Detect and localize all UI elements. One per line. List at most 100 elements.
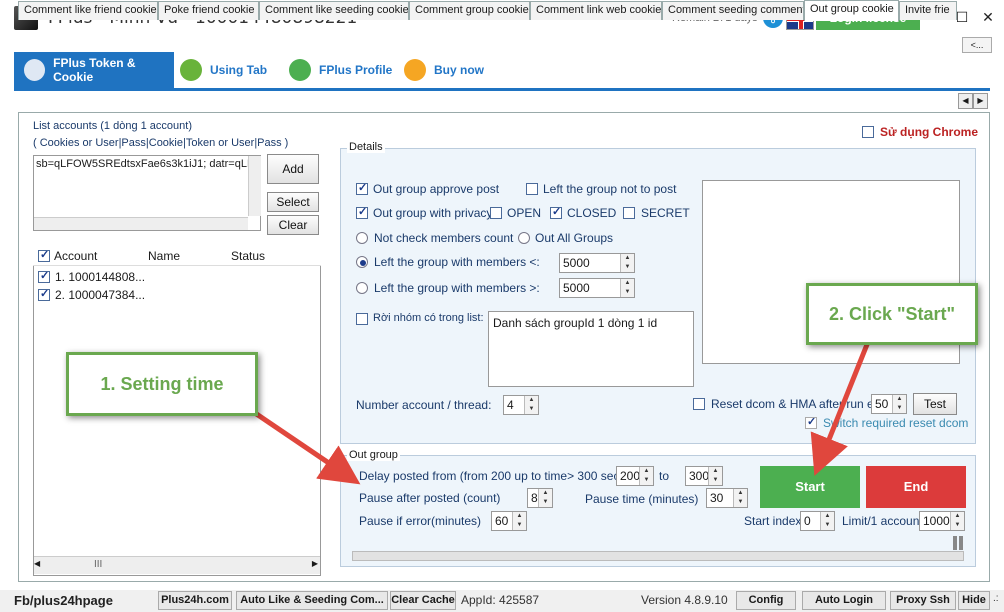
roi-nhom-label: Rời nhóm có trong list: bbox=[373, 312, 484, 324]
close-button[interactable]: ✕ bbox=[978, 8, 998, 26]
tab-underline bbox=[14, 88, 990, 91]
pause-time-value: 30 bbox=[710, 491, 724, 505]
pause-after-input[interactable]: 8 ▲ ▼ bbox=[527, 488, 553, 508]
out-privacy-label: Out group with privacy: bbox=[373, 206, 496, 220]
subtab-invite-friend[interactable]: Invite frie bbox=[899, 1, 957, 20]
spinner-arrows-icon[interactable]: ▲ ▼ bbox=[639, 467, 653, 485]
spinner-arrows-icon[interactable]: ▲ ▼ bbox=[512, 512, 526, 530]
secret-checkbox[interactable] bbox=[623, 207, 635, 219]
tabs-scroll-left[interactable]: ◀ bbox=[958, 93, 973, 109]
delay-from-input[interactable]: 200 ▲ ▼ bbox=[616, 466, 654, 486]
select-button[interactable]: Select bbox=[267, 192, 319, 212]
app-id: AppId: 425587 bbox=[461, 593, 540, 607]
open-checkbox[interactable] bbox=[490, 207, 502, 219]
limit-input[interactable]: 1000 ▲ ▼ bbox=[919, 511, 965, 531]
groupid-textarea[interactable]: Danh sách groupId 1 dòng 1 id bbox=[488, 311, 694, 387]
subtab-comment-link-web[interactable]: Comment link web cookie bbox=[530, 1, 662, 20]
spinner-arrows-icon[interactable]: ▲ ▼ bbox=[733, 489, 747, 507]
left-more-radio[interactable] bbox=[356, 282, 368, 294]
auto-login-button[interactable]: Auto Login bbox=[802, 591, 886, 610]
outgroup-legend: Out group bbox=[347, 449, 400, 461]
column-name[interactable]: Name bbox=[148, 249, 180, 263]
auto-like-button[interactable]: Auto Like & Seeding Com... bbox=[236, 591, 388, 610]
spinner-arrows-icon[interactable]: ▲ ▼ bbox=[708, 467, 722, 485]
tab-using-tab[interactable]: Using Tab bbox=[180, 52, 280, 88]
spinner-arrows-icon[interactable]: ▲ ▼ bbox=[524, 396, 538, 414]
reset-dcom-checkbox[interactable] bbox=[693, 398, 705, 410]
tabs-scroll-right[interactable]: ▶ bbox=[973, 93, 988, 109]
number-thread-input[interactable]: 4 ▲ ▼ bbox=[503, 395, 539, 415]
tab-buy-now[interactable]: Buy now bbox=[404, 52, 504, 88]
collapse-button[interactable]: <... bbox=[962, 37, 992, 53]
scroll-left-icon[interactable]: ◀ bbox=[34, 559, 48, 568]
add-button[interactable]: Add bbox=[267, 154, 319, 184]
use-chrome-checkbox[interactable] bbox=[862, 126, 874, 138]
start-index-input[interactable]: 0 ▲ ▼ bbox=[800, 511, 835, 531]
switch-reset-checkbox[interactable] bbox=[805, 415, 817, 429]
table-row[interactable]: 1. 1000144808... bbox=[34, 269, 320, 287]
config-button[interactable]: Config bbox=[736, 591, 796, 610]
pause-error-label: Pause if error(minutes) bbox=[359, 514, 482, 528]
accounts-horizontal-scrollbar[interactable] bbox=[34, 217, 248, 230]
accounts-vertical-scrollbar[interactable] bbox=[248, 156, 261, 216]
roi-nhom-checkbox[interactable] bbox=[356, 313, 368, 325]
spinner-arrows-icon[interactable]: ▲ ▼ bbox=[820, 512, 834, 530]
row-checkbox[interactable] bbox=[38, 287, 50, 301]
scroll-right-icon[interactable]: ▶ bbox=[312, 559, 318, 568]
closed-checkbox[interactable] bbox=[550, 205, 562, 219]
number-thread-value: 4 bbox=[507, 398, 514, 412]
subtab-poke-friend[interactable]: Poke friend cookie bbox=[158, 1, 259, 20]
subtab-comment-group[interactable]: Comment group cookie bbox=[409, 1, 530, 20]
left-less-input[interactable]: 5000 ▲ ▼ bbox=[559, 253, 635, 273]
fb-page-link[interactable]: Fb/plus24hpage bbox=[14, 593, 113, 608]
column-account[interactable]: Account bbox=[54, 249, 97, 263]
subtab-comment-seeding[interactable]: Comment seeding comment bbox=[662, 1, 804, 20]
scroll-thumb[interactable]: III bbox=[94, 559, 102, 570]
out-approve-checkbox[interactable] bbox=[356, 181, 368, 195]
out-all-radio[interactable] bbox=[518, 232, 530, 244]
use-chrome-label: Sử dụng Chrome bbox=[880, 125, 979, 139]
pause-time-input[interactable]: 30 ▲ ▼ bbox=[706, 488, 748, 508]
start-button[interactable]: Start bbox=[760, 466, 860, 508]
proxy-ssh-button[interactable]: Proxy Ssh bbox=[890, 591, 956, 610]
pause-error-input[interactable]: 60 ▲ ▼ bbox=[491, 511, 527, 531]
left-less-radio[interactable] bbox=[356, 256, 368, 268]
select-all-checkbox[interactable] bbox=[38, 248, 50, 262]
subtab-out-group-cookie[interactable]: Out group cookie bbox=[804, 0, 899, 21]
left-more-input[interactable]: 5000 ▲ ▼ bbox=[559, 278, 635, 298]
spinner-arrows-icon[interactable]: ▲ ▼ bbox=[620, 279, 634, 297]
tab-fplus-profile[interactable]: FPlus Profile bbox=[289, 52, 399, 88]
subtab-comment-like-seeding[interactable]: Comment like seeding cookie bbox=[259, 1, 409, 20]
hide-button[interactable]: Hide bbox=[958, 591, 990, 610]
row-checkbox[interactable] bbox=[38, 269, 50, 283]
out-privacy-checkbox[interactable] bbox=[356, 205, 368, 219]
pause-error-value: 60 bbox=[495, 514, 509, 528]
spinner-arrows-icon[interactable]: ▲ ▼ bbox=[950, 512, 964, 530]
end-button[interactable]: End bbox=[866, 466, 966, 508]
left-less-label: Left the group with members <: bbox=[374, 255, 540, 269]
not-check-radio[interactable] bbox=[356, 232, 368, 244]
reset-count-input[interactable]: 50 ▲ ▼ bbox=[871, 394, 907, 414]
test-button[interactable]: Test bbox=[913, 393, 957, 415]
tab-fplus-token-cookie[interactable]: FPlus Token & Cookie bbox=[14, 52, 174, 88]
clear-cache-button[interactable]: Clear Cache bbox=[390, 591, 456, 610]
plus24h-button[interactable]: Plus24h.com bbox=[158, 591, 232, 610]
spinner-arrows-icon[interactable]: ▲ ▼ bbox=[892, 395, 906, 413]
refresh-icon bbox=[404, 59, 426, 81]
subtab-comment-like-friend[interactable]: Comment like friend cookie bbox=[18, 1, 158, 20]
callout-setting-time: 1. Setting time bbox=[66, 352, 258, 416]
delay-to-input[interactable]: 300 ▲ ▼ bbox=[685, 466, 723, 486]
column-status[interactable]: Status bbox=[231, 249, 265, 263]
spinner-arrows-icon[interactable]: ▲ ▼ bbox=[538, 489, 552, 507]
left-not-post-checkbox[interactable] bbox=[526, 183, 538, 195]
resize-grip-icon[interactable]: .: bbox=[993, 593, 999, 604]
not-check-label: Not check members count bbox=[374, 231, 514, 245]
clear-button[interactable]: Clear bbox=[267, 215, 319, 235]
spinner-arrows-icon[interactable]: ▲ ▼ bbox=[620, 254, 634, 272]
list-accounts-hint: ( Cookies or User|Pass|Cookie|Token or U… bbox=[33, 137, 289, 149]
table-horizontal-scrollbar[interactable]: ◀ III ▶ bbox=[34, 556, 320, 574]
to-label: to bbox=[659, 469, 670, 483]
tab-label: FPlus Token & Cookie bbox=[53, 56, 136, 84]
table-row[interactable]: 2. 1000047384... bbox=[34, 287, 320, 305]
pause-icon[interactable] bbox=[952, 536, 964, 550]
